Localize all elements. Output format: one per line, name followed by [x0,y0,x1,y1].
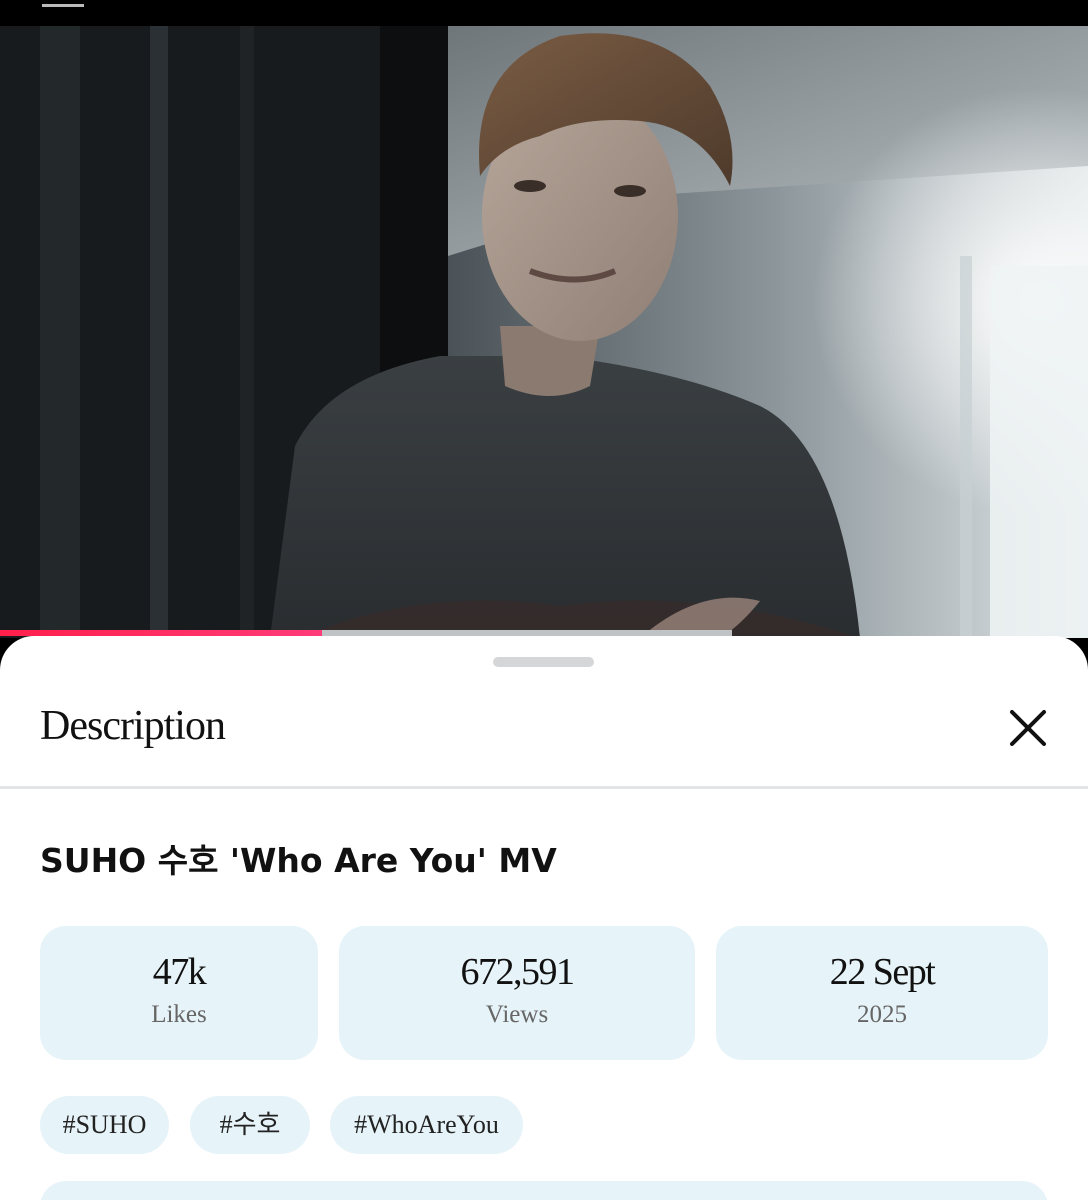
video-player[interactable] [0,26,1088,638]
views-stat-card: 672,591 Views [339,926,695,1060]
hashtag-suho-korean[interactable]: #수호 [190,1096,310,1154]
video-frame-image [0,26,1088,638]
video-title: SUHO 수호 'Who Are You' MV [40,841,557,880]
status-bar [0,0,1088,26]
sheet-title: Description [40,703,226,749]
hashtag-suho[interactable]: #SUHO [40,1096,169,1154]
status-bar-fragment [42,0,84,7]
views-count: 672,591 [460,951,576,993]
description-sheet: Description SUHO 수호 'Who Are You' MV 47k… [0,636,1088,1200]
views-label: Views [485,1001,549,1028]
likes-count: 47k [152,951,207,993]
publish-year: 2025 [857,1001,907,1028]
sheet-drag-handle[interactable] [493,657,594,667]
likes-stat-card: 47k Likes [40,926,318,1060]
close-button[interactable] [1000,700,1056,756]
divider [0,786,1088,789]
date-stat-card: 22 Sept 2025 [716,926,1048,1060]
close-icon [1010,710,1046,746]
publish-date: 22 Sept [829,951,936,993]
description-text-card [40,1181,1048,1200]
likes-label: Likes [151,1001,207,1028]
description-screen: Description SUHO 수호 'Who Are You' MV 47k… [0,0,1088,1200]
hashtag-whoareyou[interactable]: #WhoAreYou [330,1096,523,1154]
